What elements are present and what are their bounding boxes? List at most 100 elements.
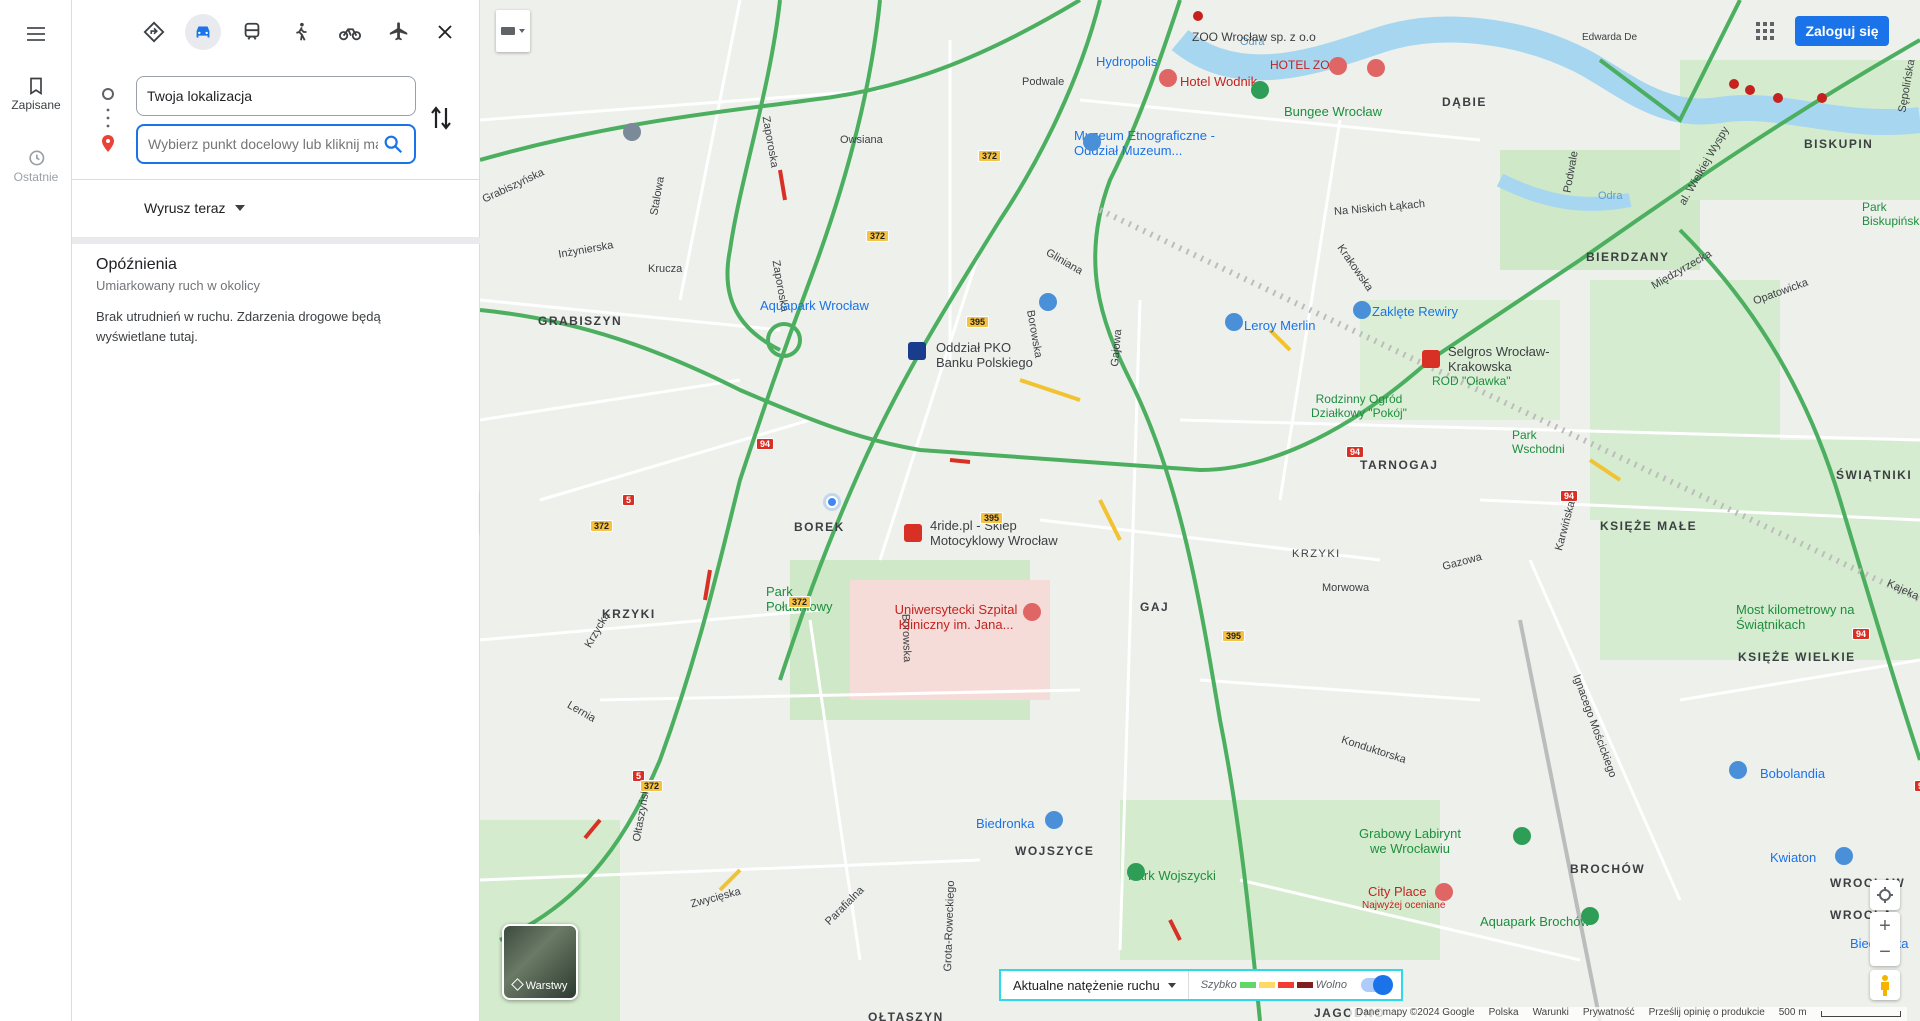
feedback-link[interactable]: Prześlij opinię o produkcie	[1649, 1007, 1765, 1021]
route-shield: 372	[978, 150, 1002, 162]
poi-label[interactable]: Most kilometrowy na Świątnikach	[1736, 602, 1856, 632]
street-view-pegman[interactable]	[1870, 970, 1900, 1000]
poi-label[interactable]: Park Wojszycki	[1128, 868, 1216, 883]
traffic-toggle[interactable]	[1361, 975, 1393, 995]
poi-label[interactable]: Park Wschodni	[1512, 428, 1592, 456]
country-link[interactable]: Polska	[1489, 1007, 1519, 1021]
poi-label[interactable]: Oddział PKO Banku Polskiego	[936, 340, 1046, 370]
traffic-swatch	[1296, 982, 1313, 988]
mode-cycling[interactable]	[332, 14, 368, 50]
mode-transit[interactable]	[234, 14, 270, 50]
zoom-out-button[interactable]: −	[1879, 939, 1891, 965]
district-label: TARNOGAJ	[1360, 458, 1439, 472]
route-shield: 5	[622, 494, 636, 506]
saved-button[interactable]: Zapisane	[0, 76, 72, 112]
layers-button[interactable]: Warstwy	[502, 924, 578, 1000]
sign-in-button[interactable]: Zaloguj się	[1795, 16, 1889, 46]
traffic-fast-label: Szybko	[1200, 979, 1237, 991]
district-label: GRABISZYN	[538, 314, 623, 328]
street-label: Podwale	[1022, 76, 1065, 88]
route-shield: 395	[1222, 630, 1246, 642]
saved-label: Zapisane	[11, 98, 61, 112]
poi-label[interactable]: Park Biskupiński	[1862, 200, 1920, 228]
district-label: KSIĘŻE WIELKIE	[1738, 650, 1856, 664]
map-attribution: Dane mapy ©2024 Google Polska Warunki Pr…	[1350, 1007, 1907, 1021]
destination-field[interactable]	[136, 124, 416, 164]
history-icon	[29, 150, 45, 166]
depart-label: Wyrusz teraz	[144, 200, 226, 216]
poi-label[interactable]: Aquapark Wrocław	[760, 298, 869, 313]
street-label: Morwowa	[1322, 582, 1370, 594]
traffic-slow-label: Wolno	[1315, 979, 1347, 991]
search-icon[interactable]	[382, 133, 404, 155]
poi-label[interactable]: Bungee Wrocław	[1284, 104, 1382, 119]
plane-icon	[389, 22, 408, 41]
poi-label[interactable]: City Place	[1368, 884, 1427, 899]
privacy-link[interactable]: Prywatność	[1583, 1007, 1635, 1021]
mode-best-route[interactable]	[136, 14, 172, 50]
poi-label[interactable]: Aquapark Brochów	[1480, 914, 1590, 929]
menu-button[interactable]	[0, 22, 72, 46]
dropdown-arrow-icon	[1167, 982, 1176, 988]
route-shield: 395	[966, 316, 990, 328]
traffic-label: Aktualne natężenie ruchu	[1013, 977, 1160, 993]
street-label: Krucza	[648, 263, 683, 275]
district-label: GAJ	[1140, 600, 1170, 614]
district-label: BROCHÓW	[1570, 862, 1646, 876]
route-shield: 94	[1346, 446, 1365, 458]
district-label: ŚWIĄTNIKI	[1836, 468, 1913, 482]
delays-title: Opóźnienia	[96, 256, 177, 273]
train-icon	[244, 22, 260, 40]
pegman-icon	[1881, 975, 1889, 996]
zoom-in-button[interactable]: +	[1879, 913, 1891, 939]
swap-button[interactable]	[430, 104, 452, 137]
poi-label[interactable]: Muzeum Etnograficzne - Oddział Muzeum...	[1074, 128, 1254, 158]
mode-flights[interactable]	[381, 14, 417, 50]
route-shield: 94	[756, 438, 775, 450]
route-shield: 372	[590, 520, 614, 532]
destination-input[interactable]	[148, 136, 378, 152]
poi-label[interactable]: HOTEL ZOO	[1270, 58, 1339, 72]
delays-section: Opóźnienia Umiarkowany ruch w okolicy Br…	[96, 256, 436, 347]
traffic-dropdown[interactable]: Aktualne natężenie ruchu	[1001, 971, 1189, 999]
recent-button[interactable]: Ostatnie	[0, 148, 72, 184]
poi-label[interactable]: Leroy Merlin	[1244, 318, 1316, 333]
street-label: Odra	[1598, 190, 1623, 202]
poi-label[interactable]: Selgros Wrocław-Krakowska	[1448, 344, 1568, 374]
district-label: BIERDZANY	[1586, 250, 1670, 264]
scale-label[interactable]: 500 m	[1779, 1007, 1807, 1021]
scale-bar	[1820, 1011, 1901, 1017]
poi-label[interactable]: Hotel Wodnik	[1180, 74, 1257, 89]
dropdown-arrow-icon	[234, 205, 245, 211]
keyboard-icon	[501, 27, 515, 35]
mode-driving[interactable]	[185, 14, 221, 50]
origin-field[interactable]: Twoja lokalizacja	[136, 76, 416, 116]
district-label: DĄBIE	[1442, 95, 1487, 109]
poi-label[interactable]: Uniwersytecki Szpital Kliniczny im. Jana…	[886, 602, 1026, 632]
close-directions-button[interactable]	[427, 14, 463, 50]
input-tools-button[interactable]	[496, 10, 530, 52]
terms-link[interactable]: Warunki	[1533, 1007, 1569, 1021]
street-label: Owsiana	[840, 134, 883, 146]
poi-label[interactable]: Bobolandia	[1760, 766, 1825, 781]
poi-label: Najwyżej oceniane	[1362, 900, 1446, 911]
poi-label[interactable]: Grabowy Labirynt we Wrocławiu	[1350, 826, 1470, 856]
poi-label[interactable]: Hydropolis	[1096, 54, 1157, 69]
origin-value: Twoja lokalizacja	[147, 88, 253, 104]
poi-label[interactable]: Zaklęte Rewiry	[1372, 304, 1458, 319]
poi-label[interactable]: Kwiaton	[1770, 850, 1816, 865]
mode-walking[interactable]	[283, 14, 319, 50]
recent-label: Ostatnie	[13, 170, 59, 184]
poi-label[interactable]: ZOO Wrocław sp. z o.o	[1192, 30, 1316, 44]
poi-label[interactable]: Rodzinny Ogród Działkowy "Pokój"	[1304, 392, 1414, 420]
apps-grid-icon[interactable]	[1756, 22, 1774, 40]
side-rail: Zapisane Ostatnie	[0, 0, 72, 1021]
my-location-button[interactable]	[1870, 880, 1900, 910]
depart-time-dropdown[interactable]: Wyrusz teraz	[144, 200, 246, 216]
divider	[72, 179, 480, 180]
poi-label[interactable]: Biedronka	[976, 816, 1035, 831]
map-canvas[interactable]: GRABISZYN BOREK KRZYKI KRZYKI GAJ TARNOG…	[480, 0, 1920, 1021]
traffic-scale: Szybko Wolno	[1189, 979, 1359, 991]
traffic-swatch	[1258, 982, 1275, 988]
traffic-legend[interactable]: Aktualne natężenie ruchu Szybko Wolno	[999, 969, 1403, 1001]
